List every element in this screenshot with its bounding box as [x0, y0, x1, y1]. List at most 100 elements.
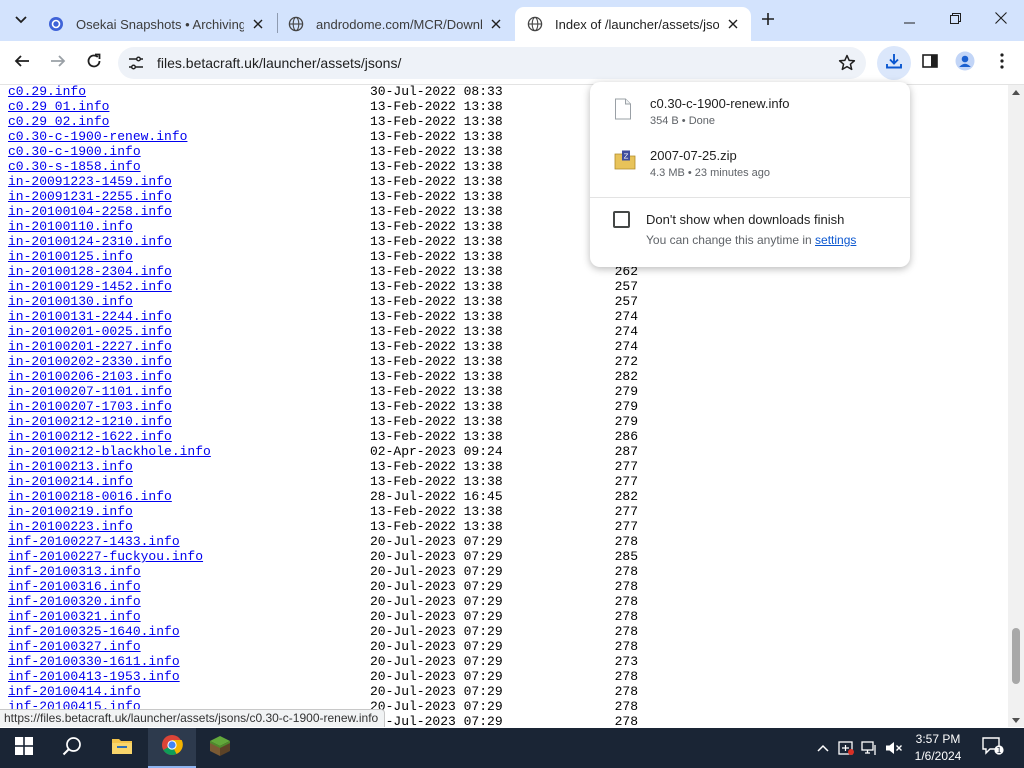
- file-link[interactable]: in-20100207-1703.info: [8, 399, 172, 414]
- file-link[interactable]: c0.30-c-1900.info: [8, 144, 141, 159]
- file-link[interactable]: in-20100214.info: [8, 474, 133, 489]
- file-link[interactable]: in-20100128-2304.info: [8, 264, 172, 279]
- file-link[interactable]: in-20100125.info: [8, 249, 133, 264]
- file-link[interactable]: in-20091231-2255.info: [8, 189, 172, 204]
- file-link[interactable]: inf-20100316.info: [8, 579, 141, 594]
- file-link[interactable]: inf-20100413-1953.info: [8, 669, 180, 684]
- new-tab-button[interactable]: [756, 9, 780, 33]
- download-item[interactable]: c0.30-c-1900-renew.info 354 B • Done: [590, 86, 910, 136]
- file-link[interactable]: in-20100124-2310.info: [8, 234, 172, 249]
- file-link[interactable]: inf-20100321.info: [8, 609, 141, 624]
- bookmark-star-icon[interactable]: [836, 52, 858, 74]
- divider: [590, 197, 910, 198]
- file-link[interactable]: c0.29_02.info: [8, 114, 109, 129]
- file-link[interactable]: c0.29.info: [8, 85, 86, 99]
- scroll-thumb[interactable]: [1012, 628, 1020, 684]
- window-close-button[interactable]: [978, 0, 1024, 40]
- tab-androdome[interactable]: androdome.com/MCR/Downlo: [276, 7, 514, 41]
- scroll-down-arrow-icon[interactable]: [1008, 713, 1024, 727]
- close-icon[interactable]: [725, 16, 741, 32]
- taskbar-search-button[interactable]: [48, 728, 96, 768]
- file-size: 278: [614, 564, 638, 579]
- file-link[interactable]: in-20100130.info: [8, 294, 133, 309]
- network-icon[interactable]: [861, 738, 879, 758]
- notification-center-button[interactable]: 1: [980, 736, 1006, 760]
- close-icon[interactable]: [488, 16, 504, 32]
- minimize-button[interactable]: [886, 0, 932, 40]
- file-link[interactable]: inf-20100330-1611.info: [8, 654, 180, 669]
- close-icon[interactable]: [250, 16, 266, 32]
- file-date: 28-Jul-2022 16:45: [370, 489, 503, 504]
- tab-index-jsons[interactable]: Index of /launcher/assets/jsons: [515, 7, 751, 41]
- reload-button[interactable]: [79, 48, 109, 78]
- file-link[interactable]: in-20100212-blackhole.info: [8, 444, 211, 459]
- taskbar-clock[interactable]: 3:57 PM 1/6/2024: [903, 731, 973, 765]
- file-link[interactable]: c0.29_01.info: [8, 99, 109, 114]
- file-size: 278: [614, 579, 638, 594]
- file-link[interactable]: in-20100218-0016.info: [8, 489, 172, 504]
- tab-search-button[interactable]: [8, 7, 34, 33]
- profile-button[interactable]: [952, 50, 978, 76]
- file-link[interactable]: in-20100129-1452.info: [8, 279, 172, 294]
- tab-osekai[interactable]: Osekai Snapshots • Archiving o: [36, 7, 276, 41]
- file-link[interactable]: in-20100213.info: [8, 459, 133, 474]
- file-link[interactable]: in-20091223-1459.info: [8, 174, 172, 189]
- file-link[interactable]: in-20100131-2244.info: [8, 309, 172, 324]
- table-row: inf-20100325-1640.info 20-Jul-2023 07:29 2…: [8, 624, 648, 639]
- security-shield-icon[interactable]: [837, 738, 855, 758]
- vertical-scrollbar[interactable]: [1008, 85, 1024, 727]
- start-button[interactable]: [0, 728, 48, 768]
- url-text[interactable]: files.betacraft.uk/launcher/assets/jsons…: [157, 55, 401, 71]
- scroll-up-arrow-icon[interactable]: [1008, 85, 1024, 99]
- file-link[interactable]: c0.30-s-1858.info: [8, 159, 141, 174]
- file-date: 13-Feb-2022 13:38: [370, 414, 503, 429]
- file-link[interactable]: inf-20100227-1433.info: [8, 534, 180, 549]
- file-size: 278: [614, 594, 638, 609]
- dont-show-checkbox[interactable]: [613, 211, 630, 228]
- dont-show-label[interactable]: Don't show when downloads finish: [646, 212, 844, 227]
- file-link[interactable]: in-20100212-1622.info: [8, 429, 172, 444]
- file-date: 20-Jul-2023 07:29: [370, 714, 503, 727]
- file-link[interactable]: inf-20100325-1640.info: [8, 624, 180, 639]
- file-date: 20-Jul-2023 07:29: [370, 684, 503, 699]
- file-link[interactable]: in-20100212-1210.info: [8, 414, 172, 429]
- back-button[interactable]: [7, 48, 37, 78]
- file-link[interactable]: c0.30-c-1900-renew.info: [8, 129, 187, 144]
- file-link[interactable]: in-20100202-2330.info: [8, 354, 172, 369]
- address-bar[interactable]: files.betacraft.uk/launcher/assets/jsons…: [118, 47, 866, 79]
- file-link[interactable]: in-20100104-2258.info: [8, 204, 172, 219]
- file-link[interactable]: in-20100201-0025.info: [8, 324, 172, 339]
- file-link[interactable]: in-20100201-2227.info: [8, 339, 172, 354]
- file-link[interactable]: in-20100207-1101.info: [8, 384, 172, 399]
- file-link[interactable]: in-20100206-2103.info: [8, 369, 172, 384]
- site-info-icon[interactable]: [126, 53, 146, 73]
- chevron-up-icon[interactable]: [814, 738, 832, 758]
- file-date: 13-Feb-2022 13:38: [370, 519, 503, 534]
- file-link[interactable]: inf-20100327.info: [8, 639, 141, 654]
- restore-button[interactable]: [932, 0, 978, 40]
- downloads-button[interactable]: [877, 46, 911, 80]
- file-size: 287: [614, 444, 638, 459]
- clock-date: 1/6/2024: [914, 749, 962, 763]
- file-link[interactable]: inf-20100320.info: [8, 594, 141, 609]
- taskbar-file-explorer[interactable]: [98, 728, 146, 768]
- download-item[interactable]: Z 2007-07-25.zip 4.3 MB • 23 minutes ago: [590, 138, 910, 188]
- file-size: 279: [614, 384, 638, 399]
- file-link[interactable]: in-20100110.info: [8, 219, 133, 234]
- table-row: in-20100207-1703.info 13-Feb-2022 13:38 27…: [8, 399, 648, 414]
- volume-muted-icon[interactable]: [885, 738, 903, 758]
- file-link[interactable]: in-20100223.info: [8, 519, 133, 534]
- file-link[interactable]: inf-20100414.info: [8, 684, 141, 699]
- more-menu-button[interactable]: [990, 50, 1014, 76]
- file-link[interactable]: in-20100219.info: [8, 504, 133, 519]
- download-meta: 354 B • Done: [650, 115, 716, 127]
- file-link[interactable]: inf-20100227-fuckyou.info: [8, 549, 203, 564]
- side-panel-button[interactable]: [917, 50, 943, 76]
- forward-button[interactable]: [43, 48, 73, 78]
- file-link[interactable]: inf-20100313.info: [8, 564, 141, 579]
- settings-note-text: You can change this anytime in: [646, 233, 816, 247]
- file-size: 277: [614, 474, 638, 489]
- taskbar-minecraft[interactable]: [196, 728, 244, 768]
- settings-link[interactable]: settings: [815, 233, 856, 247]
- taskbar-chrome[interactable]: [148, 728, 196, 768]
